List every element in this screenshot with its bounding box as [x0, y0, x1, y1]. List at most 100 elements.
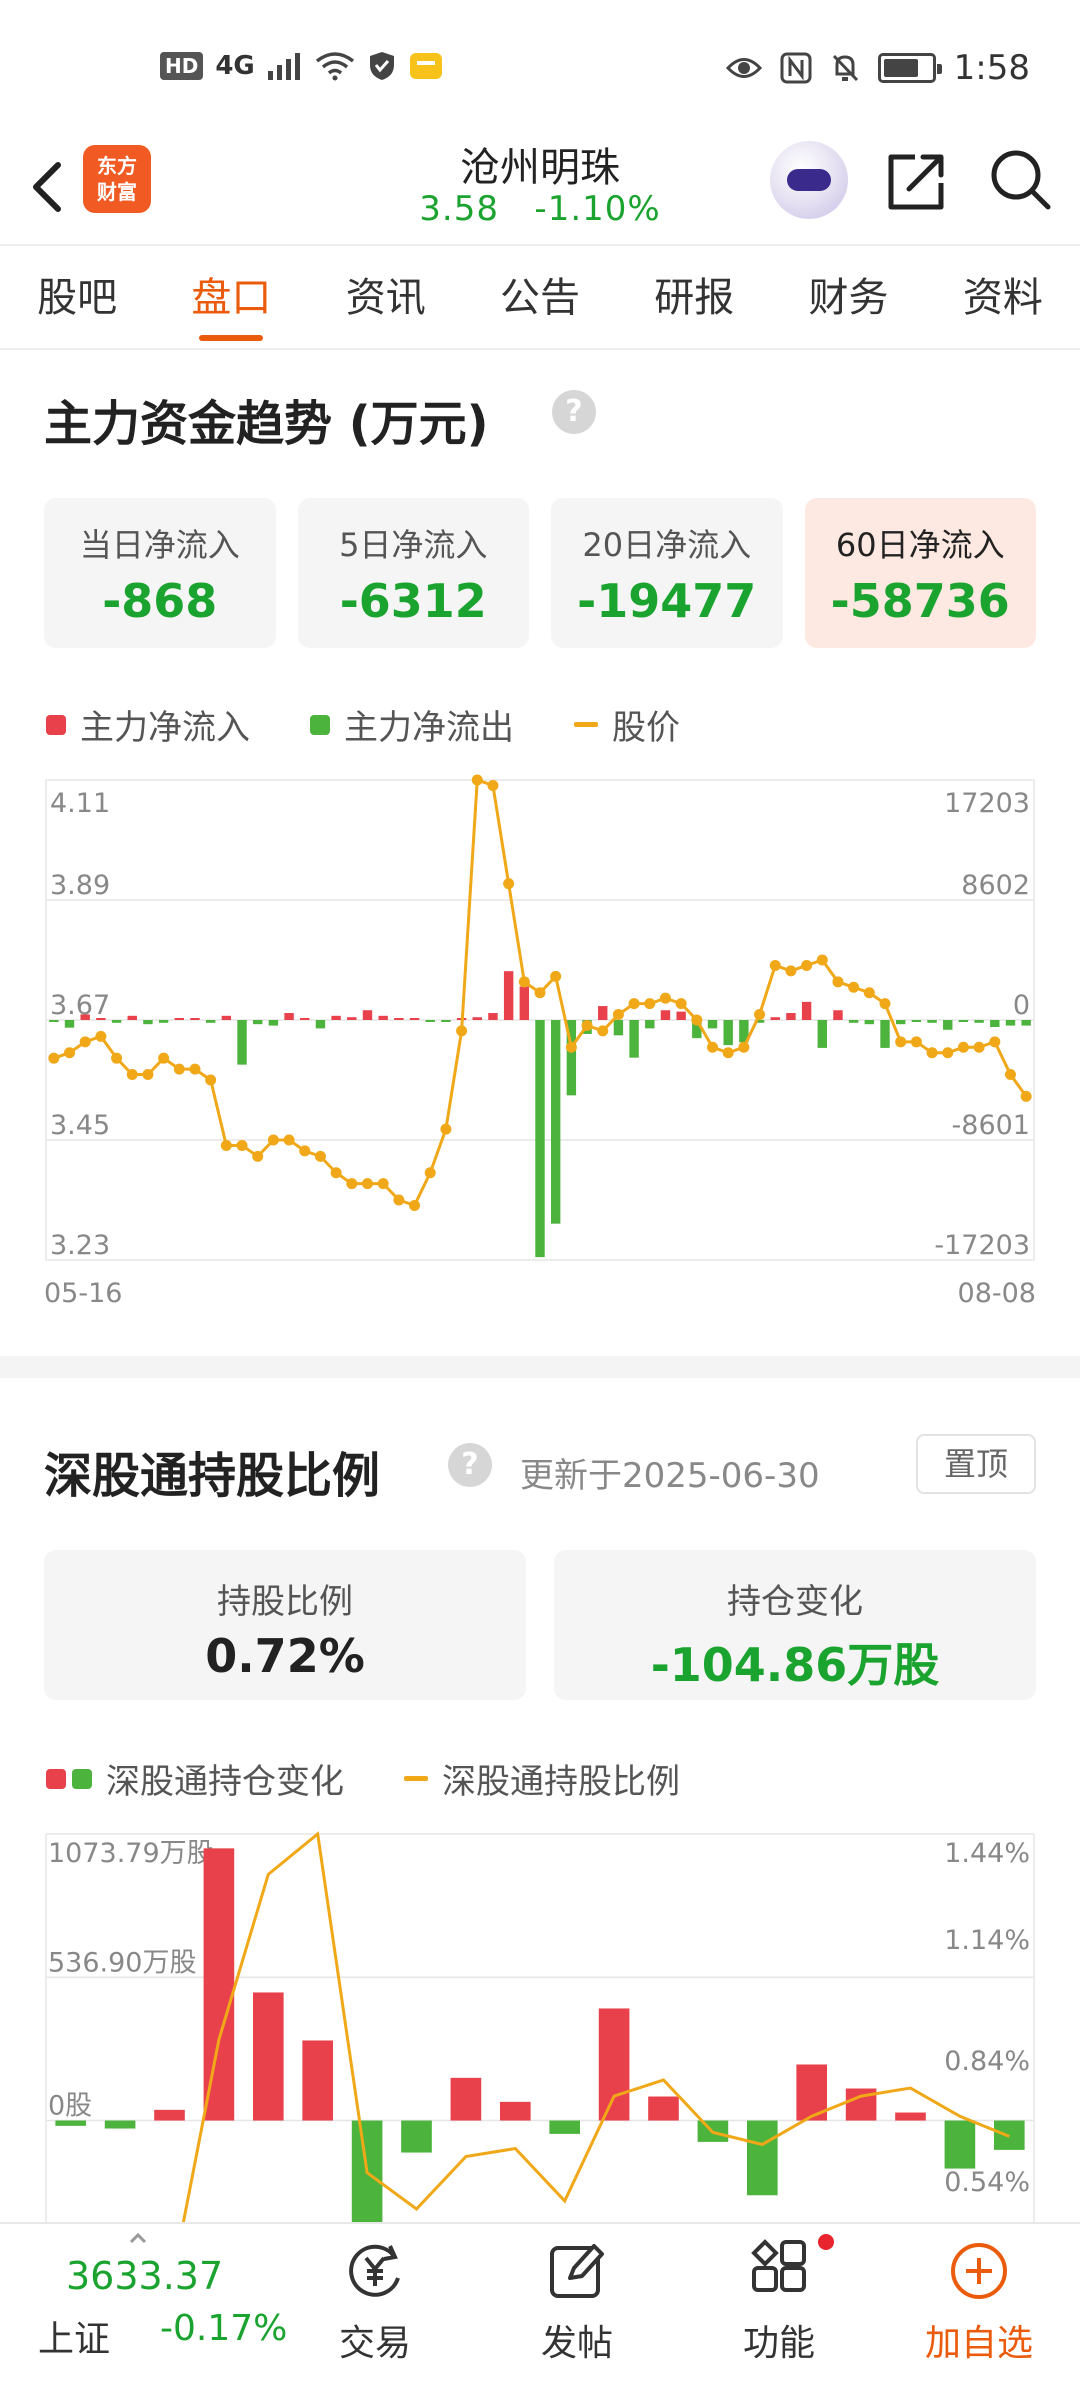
holding-change-bar	[746, 2120, 778, 2196]
app-logo[interactable]: 东方 财富	[83, 145, 151, 213]
ai-assistant-icon[interactable]	[770, 141, 848, 219]
section-divider	[0, 1356, 1080, 1378]
flow-bar	[676, 1011, 686, 1020]
price-point	[1020, 1090, 1032, 1102]
price-point	[581, 1019, 593, 1031]
flow-bar	[472, 1017, 482, 1020]
stock-change: -1.10%	[534, 189, 661, 229]
price-point	[942, 1047, 954, 1059]
price-point	[471, 774, 483, 786]
price-point	[989, 1036, 1001, 1048]
left-tick-label: 4.11	[50, 788, 110, 819]
card-label: 当日净流入	[79, 526, 240, 564]
holding-change-bar	[154, 2109, 185, 2121]
holding-change-bar	[549, 2120, 581, 2134]
flow-bar	[519, 986, 530, 1020]
flow-bar	[613, 1020, 624, 1036]
price-point	[252, 1150, 264, 1162]
price-point	[487, 779, 499, 791]
index-value[interactable]: 3633.37	[66, 2254, 223, 2298]
logo-line1: 东方	[97, 154, 137, 178]
index-change[interactable]: -0.17%	[160, 2308, 287, 2349]
stock-name: 沧州明珠	[460, 145, 620, 191]
tab-guba[interactable]: 股吧	[0, 265, 154, 345]
holding-change-bar	[302, 2040, 334, 2121]
nav-trade[interactable]: 交易	[300, 2238, 450, 2366]
card-20d-inflow[interactable]: 20日净流入 -19477	[551, 498, 783, 648]
flow-bar	[770, 1017, 780, 1020]
holding-change-bar	[895, 2112, 926, 2121]
price-point	[189, 1063, 201, 1075]
flow-bar	[127, 1015, 137, 1020]
price-point	[283, 1134, 295, 1146]
card-label: 20日净流入	[582, 526, 752, 564]
legend-price-swatch	[574, 722, 598, 727]
help-icon[interactable]: ?	[552, 390, 596, 434]
price-point	[910, 1036, 922, 1048]
help-icon[interactable]: ?	[448, 1443, 492, 1487]
card-60d-inflow[interactable]: 60日净流入 -58736	[804, 498, 1036, 648]
flow-bar	[237, 1020, 247, 1065]
flow-bar	[143, 1020, 153, 1025]
flow-bar	[441, 1020, 451, 1022]
card-label: 持仓变化	[727, 1582, 863, 1622]
holding-change-bar	[598, 2008, 630, 2121]
flow-bar	[786, 1013, 796, 1020]
flow-bar	[221, 1015, 232, 1020]
tab-announcements[interactable]: 公告	[463, 265, 617, 345]
legend-change-label: 深股通持仓变化	[106, 1762, 344, 1802]
card-holding-ratio: 持股比例 0.72%	[44, 1550, 526, 1700]
flow-bar	[801, 1001, 812, 1020]
status-bar: HD 4G 1:58	[0, 0, 1080, 135]
expand-up-icon[interactable]	[128, 2232, 148, 2244]
bottom-bar: 3633.37 上证 -0.17% 交易 发帖 功能 加自选	[0, 2222, 1080, 2400]
flow-bar	[49, 1020, 59, 1022]
price-point	[801, 959, 813, 971]
flow-bar	[990, 1020, 1000, 1027]
legend-ratio-swatch	[404, 1776, 428, 1781]
flow-bar	[300, 1018, 310, 1020]
flow-bar	[253, 1020, 263, 1025]
flow-bar	[1021, 1020, 1031, 1026]
card-value: -19477	[577, 574, 757, 628]
price-point	[377, 1178, 389, 1190]
tab-news[interactable]: 资讯	[309, 265, 463, 345]
stock-price: 3.58	[419, 189, 499, 229]
flow-bar	[80, 1014, 90, 1020]
fund-chart-legend: 主力净流入 主力净流出 股价	[46, 700, 680, 749]
nav-functions[interactable]: 功能	[704, 2238, 854, 2366]
nav-post[interactable]: 发帖	[502, 2238, 652, 2366]
fund-flow-chart: 4.11 17203 3.89 8602 3.67 0 3.45 -8601 3.23 -1720…	[44, 774, 1036, 1309]
tab-pankou[interactable]: 盘口	[154, 265, 308, 345]
holding-change-bar	[648, 2096, 679, 2121]
flow-bar	[974, 1020, 984, 1023]
index-name[interactable]: 上证	[38, 2310, 110, 2362]
header-divider	[0, 244, 1080, 246]
flow-bar	[550, 1020, 561, 1224]
price-point	[393, 1194, 405, 1206]
nav-label: 发帖	[540, 2323, 613, 2364]
x-end-label: 08-08	[958, 1278, 1036, 1309]
flow-bar	[880, 1020, 890, 1048]
nav-add-watchlist[interactable]: 加自选	[904, 2238, 1054, 2366]
back-arrow-icon[interactable]	[22, 147, 72, 227]
card-1d-inflow[interactable]: 当日净流入 -868	[44, 498, 276, 648]
price-point	[832, 976, 844, 988]
price-point	[926, 1047, 938, 1059]
flow-bar	[425, 1020, 435, 1022]
search-icon[interactable]	[988, 147, 1054, 213]
share-icon[interactable]	[885, 149, 949, 213]
price-point	[346, 1178, 358, 1190]
hk-connect-title: 深股通持股比例	[44, 1448, 381, 1504]
flow-bar	[1005, 1020, 1016, 1026]
tab-research[interactable]: 研报	[617, 265, 771, 345]
tab-profile[interactable]: 资料	[926, 265, 1080, 345]
pin-to-top-button[interactable]: 置顶	[916, 1434, 1036, 1494]
price-point	[848, 981, 860, 993]
flow-bar	[911, 1020, 922, 1022]
card-5d-inflow[interactable]: 5日净流入 -6312	[297, 498, 529, 648]
tab-finance[interactable]: 财务	[771, 265, 925, 345]
fund-trend-title: 主力资金趋势 (万元)	[44, 396, 489, 452]
price-point	[957, 1041, 969, 1053]
price-point	[142, 1069, 154, 1081]
